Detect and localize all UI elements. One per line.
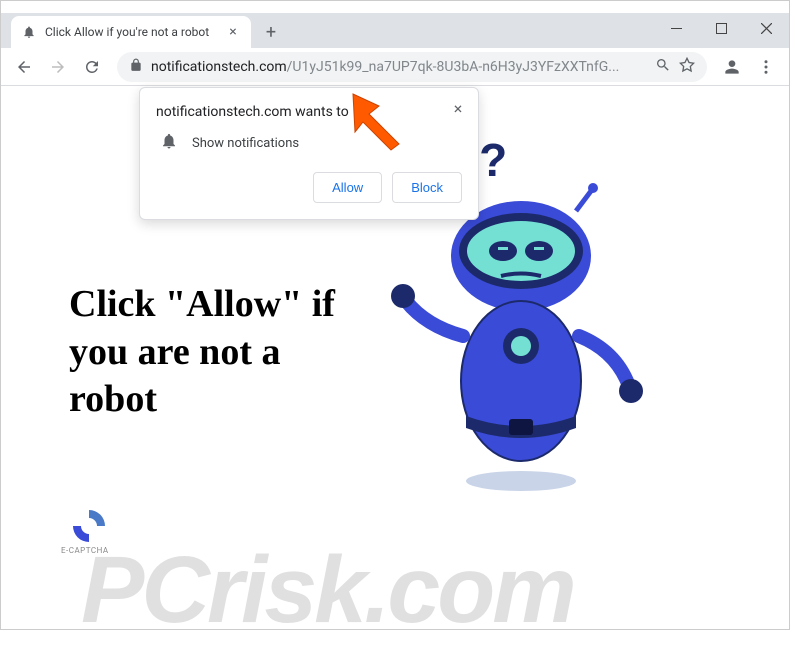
menu-button[interactable] — [751, 52, 781, 82]
bell-icon — [160, 132, 178, 154]
toolbar: notificationstech.com/U1yJ51k99_na7UP7qk… — [1, 48, 789, 86]
permission-prompt: × notificationstech.com wants to Show no… — [139, 87, 479, 220]
block-button[interactable]: Block — [392, 172, 462, 203]
star-icon[interactable] — [679, 57, 695, 77]
bell-icon — [21, 24, 37, 40]
prompt-origin: notificationstech.com wants to — [156, 104, 462, 120]
lock-icon — [129, 58, 143, 76]
window-close-button[interactable] — [744, 13, 789, 43]
new-tab-button[interactable]: + — [257, 18, 285, 46]
reload-button[interactable] — [77, 52, 107, 82]
page-headline: Click "Allow" if you are not a robot — [69, 281, 369, 424]
watermark: PCrisk.com — [81, 536, 574, 645]
allow-button[interactable]: Allow — [313, 172, 382, 203]
profile-button[interactable] — [717, 52, 747, 82]
back-button[interactable] — [9, 52, 39, 82]
captcha-label: E-CAPTCHA — [61, 546, 109, 555]
minimize-button[interactable] — [654, 13, 699, 43]
browser-tab[interactable]: Click Allow if you're not a robot × — [11, 16, 251, 48]
close-icon[interactable]: × — [225, 24, 241, 40]
captcha-icon — [69, 506, 109, 546]
tab-strip: Click Allow if you're not a robot × + — [1, 13, 789, 48]
permission-text: Show notifications — [192, 136, 299, 151]
url-text: notificationstech.com/U1yJ51k99_na7UP7qk… — [151, 59, 647, 75]
page-content: × notificationstech.com wants to Show no… — [1, 86, 789, 629]
maximize-button[interactable] — [699, 13, 744, 43]
search-icon[interactable] — [655, 57, 671, 77]
tab-title: Click Allow if you're not a robot — [45, 25, 217, 39]
close-icon[interactable]: × — [448, 98, 468, 118]
forward-button[interactable] — [43, 52, 73, 82]
address-bar[interactable]: notificationstech.com/U1yJ51k99_na7UP7qk… — [117, 52, 707, 82]
